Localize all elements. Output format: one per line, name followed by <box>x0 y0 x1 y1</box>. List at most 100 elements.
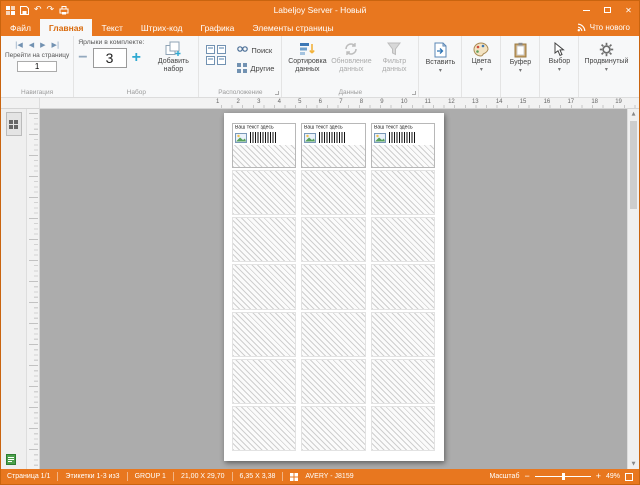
status-page: Страница 1/1 <box>7 473 50 480</box>
scroll-up-icon[interactable]: ▲ <box>632 109 636 119</box>
add-set-button[interactable]: Добавить набор <box>152 39 194 74</box>
ribbon-group-arrangement: Поиск Другие Расположение <box>199 36 282 97</box>
label-cell-empty[interactable] <box>301 406 366 451</box>
advanced-button[interactable]: Продвинутый ▾ <box>583 39 629 73</box>
label-cell-designed[interactable]: Ваш текст здесь <box>301 123 366 168</box>
ribbon: |◀ ◀ ▶ ▶| Перейти на страницу Навигация … <box>1 36 639 98</box>
ruler-number: 15 <box>520 99 527 105</box>
label-cell-empty[interactable] <box>232 359 297 404</box>
sort-data-label: Сортировка данных <box>288 58 326 74</box>
vertical-ruler <box>27 109 40 469</box>
ruler-number: 6 <box>319 99 322 105</box>
zoom-slider-thumb[interactable] <box>562 473 565 480</box>
label-page[interactable]: Ваш текст здесь Ваш текст здесь Ваш текст … <box>224 113 444 461</box>
goto-page-input[interactable] <box>17 61 57 72</box>
fit-page-icon[interactable] <box>625 473 633 481</box>
label-text: Ваш текст здесь <box>304 125 354 130</box>
ruler-number: 9 <box>380 99 383 105</box>
label-cell-empty[interactable] <box>301 312 366 357</box>
design-canvas[interactable]: Ваш текст здесь Ваш текст здесь Ваш текст … <box>40 109 627 469</box>
maximize-button[interactable] <box>597 1 618 19</box>
label-cell-empty[interactable] <box>232 312 297 357</box>
sort-data-button[interactable]: Сортировка данных <box>286 39 328 74</box>
prev-page-button[interactable]: ◀ <box>29 41 34 49</box>
undo-icon[interactable]: ↶ <box>34 6 42 15</box>
label-cell-empty[interactable] <box>301 170 366 215</box>
print-icon[interactable] <box>59 6 69 15</box>
label-cell-empty[interactable] <box>232 170 297 215</box>
label-cell-empty[interactable] <box>371 359 436 404</box>
search-label: Поиск <box>251 46 272 55</box>
tab-4[interactable]: Штрих-код <box>132 19 192 36</box>
zoom-out-button[interactable]: − <box>524 472 529 481</box>
side-panel-tab[interactable] <box>6 112 22 136</box>
ruler-number: 17 <box>567 99 574 105</box>
label-cell-empty[interactable] <box>301 359 366 404</box>
label-cell-designed[interactable]: Ваш текст здесь <box>371 123 436 168</box>
ribbon-group-insert: Вставить ▾ <box>419 36 462 97</box>
status-template: AVERY - J8159 <box>305 473 353 480</box>
zoom-slider[interactable] <box>535 476 591 477</box>
label-cell-empty[interactable] <box>301 217 366 262</box>
label-cell-empty[interactable] <box>371 170 436 215</box>
label-text: Ваш текст здесь <box>235 125 285 130</box>
ruler-number: 4 <box>278 99 281 105</box>
colors-button[interactable]: Цвета ▾ <box>466 39 496 73</box>
search-button[interactable]: Поиск <box>234 43 277 57</box>
label-cell-empty[interactable] <box>232 406 297 451</box>
workspace: 1234567891011121314151617181920 Ваш текс… <box>1 98 639 469</box>
zoom-in-button[interactable]: + <box>596 472 601 481</box>
barcode <box>389 132 415 143</box>
close-button[interactable]: ✕ <box>618 1 639 19</box>
redo-icon[interactable]: ↷ <box>47 6 55 15</box>
label-grid: Ваш текст здесь Ваш текст здесь Ваш текст … <box>232 123 436 451</box>
label-cell-empty[interactable] <box>232 264 297 309</box>
image-placeholder-icon <box>304 133 316 143</box>
decrease-count-button[interactable]: − <box>78 52 87 64</box>
insert-button[interactable]: Вставить ▾ <box>423 39 457 74</box>
select-button[interactable]: Выбор ▾ <box>544 39 574 73</box>
refresh-data-label: Обновление данных <box>330 58 372 74</box>
label-cell-empty[interactable] <box>371 217 436 262</box>
scrollbar-thumb[interactable] <box>630 121 637 209</box>
label-cell-empty[interactable] <box>301 264 366 309</box>
ruler-number: 1 <box>216 99 219 105</box>
label-cell-empty[interactable] <box>371 312 436 357</box>
tab-6[interactable]: Элементы страницы <box>243 19 342 36</box>
label-cell-empty[interactable] <box>371 264 436 309</box>
gear-icon <box>599 42 614 57</box>
ribbon-group-colors: Цвета ▾ <box>462 36 501 97</box>
tab-2[interactable]: Главная <box>40 19 93 36</box>
minimize-button[interactable] <box>576 1 597 19</box>
layout-button[interactable] <box>203 39 229 66</box>
label-count-value[interactable]: 3 <box>93 48 127 68</box>
insert-dropdown-icon: ▾ <box>439 68 442 74</box>
image-placeholder-icon <box>235 133 247 143</box>
label-cell-designed[interactable]: Ваш текст здесь <box>232 123 297 168</box>
scroll-down-icon[interactable]: ▼ <box>632 459 636 469</box>
tab-5[interactable]: Графика <box>191 19 243 36</box>
next-page-button[interactable]: ▶ <box>40 41 45 49</box>
last-page-button[interactable]: ▶| <box>52 41 60 49</box>
vertical-scrollbar[interactable]: ▲ ▼ <box>627 109 639 469</box>
clipboard-button[interactable]: Буфер ▾ <box>505 39 535 74</box>
page-indicator-icon[interactable] <box>6 454 16 465</box>
save-icon[interactable] <box>20 6 29 15</box>
search-icon <box>237 45 248 55</box>
data-expander-icon[interactable] <box>412 91 416 95</box>
others-grid-icon <box>237 63 247 73</box>
others-button[interactable]: Другие <box>234 61 277 75</box>
tab-1[interactable]: Файл <box>1 19 40 36</box>
titlebar: ↶ ↷ Labeljoy Server - Новый ✕ <box>1 1 639 19</box>
label-hatch-area <box>372 145 435 167</box>
whats-new-button[interactable]: Что нового <box>577 19 639 36</box>
first-page-button[interactable]: |◀ <box>15 41 23 49</box>
label-cell-empty[interactable] <box>371 406 436 451</box>
ruler-corner <box>1 98 40 109</box>
increase-count-button[interactable]: + <box>132 52 141 64</box>
label-hatch-area <box>302 145 365 167</box>
tab-3[interactable]: Текст <box>92 19 131 36</box>
label-cell-empty[interactable] <box>232 217 297 262</box>
arrangement-expander-icon[interactable] <box>275 91 279 95</box>
ribbon-group-select: Выбор ▾ <box>540 36 579 97</box>
